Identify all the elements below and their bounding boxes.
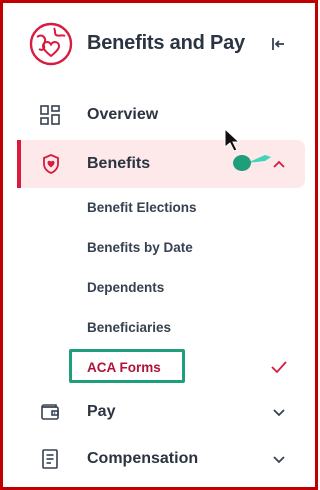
sidebar-item-label: Overview (87, 106, 159, 123)
sidebar-item-label: Compensation (87, 450, 199, 467)
sub-item-beneficiaries[interactable]: Beneficiaries (87, 320, 171, 335)
sub-item-dependents[interactable]: Dependents (87, 280, 164, 295)
document-icon (42, 449, 58, 469)
sidebar-item-label: Benefits (87, 155, 151, 172)
sub-item-aca-forms[interactable]: ACA Forms (87, 360, 161, 375)
sidebar-item-pay[interactable]: Pay (3, 389, 315, 435)
wallet-icon (41, 404, 59, 420)
sub-item-benefit-elections[interactable]: Benefit Elections (87, 200, 197, 215)
sidebar-item-label: Pay (87, 403, 116, 420)
chevron-down-icon[interactable] (269, 449, 289, 469)
app-title: Benefits and Pay (87, 32, 245, 54)
chevron-down-icon[interactable] (269, 402, 289, 422)
sidebar-item-compensation[interactable]: Compensation (3, 436, 315, 482)
checkmark-icon (271, 361, 287, 374)
collapse-left-icon (272, 38, 284, 50)
shield-heart-icon (43, 154, 59, 174)
sub-item-benefits-by-date[interactable]: Benefits by Date (87, 240, 193, 255)
sidebar-header: Benefits and Pay (3, 3, 315, 87)
mouse-cursor-icon (224, 127, 271, 171)
globe-heart-icon (29, 22, 73, 66)
collapse-sidebar-button[interactable] (265, 31, 291, 57)
dashboard-grid-icon (40, 105, 60, 125)
app-frame: Benefits and Pay Overview Benefits Benef… (0, 0, 318, 490)
